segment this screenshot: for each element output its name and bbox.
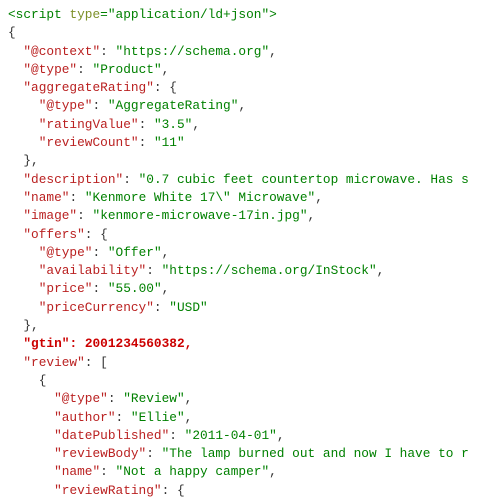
attr-type: type [69, 7, 100, 22]
highlighted-gtin-line: "gtin": 2001234560382, [23, 336, 192, 351]
code-block: <script type="application/ld+json"> { "@… [0, 0, 500, 500]
script-open-tag: <script [8, 7, 62, 22]
attr-type-value: "application/ld+json" [108, 7, 269, 22]
